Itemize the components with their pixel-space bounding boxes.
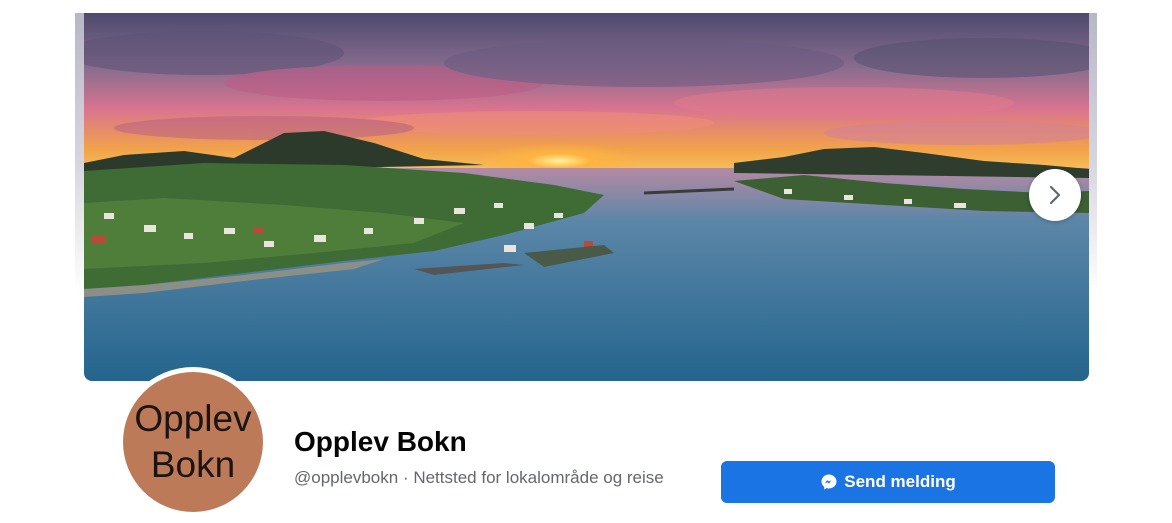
avatar[interactable]: Opplev Bokn — [123, 372, 263, 512]
send-message-label: Send melding — [844, 472, 956, 491]
page-subtitle: @opplevbokn · Nettsted for lokalområde o… — [294, 468, 664, 487]
chevron-right-icon — [1049, 185, 1061, 205]
send-message-button[interactable]: Send melding — [721, 461, 1055, 503]
messenger-icon — [821, 474, 837, 490]
page-title: Opplev Bokn — [294, 426, 467, 457]
avatar-line-1: Opplev — [134, 398, 252, 439]
next-photo-button[interactable] — [1029, 169, 1081, 221]
avatar-line-2: Bokn — [150, 444, 236, 485]
cover-photo[interactable] — [84, 13, 1089, 381]
